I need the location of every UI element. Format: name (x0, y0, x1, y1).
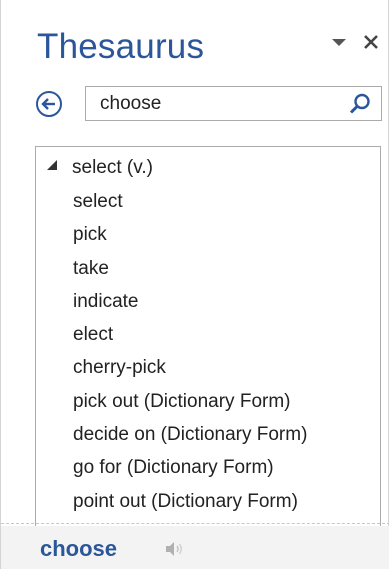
search-box (85, 86, 382, 121)
synonym-item[interactable]: point out (Dictionary Form) (36, 488, 307, 521)
synonym-item[interactable]: select (36, 188, 307, 221)
pane-title: Thesaurus (37, 27, 205, 66)
thesaurus-pane: Thesaurus selec (0, 0, 389, 569)
search-input[interactable] (100, 87, 340, 120)
synonym-item[interactable]: elect (36, 321, 307, 354)
meaning-group-header[interactable]: select (v.) (46, 155, 153, 181)
close-pane-button[interactable] (359, 29, 383, 55)
synonym-item[interactable]: pick out (Dictionary Form) (36, 388, 307, 421)
synonym-item[interactable]: cherry-pick (36, 354, 307, 387)
back-arrow-icon (36, 91, 62, 117)
synonym-list: select pick take indicate elect cherry-p… (36, 188, 307, 521)
synonym-item[interactable]: pick (36, 221, 307, 254)
close-icon (364, 35, 378, 49)
expand-triangle-icon[interactable] (46, 159, 58, 171)
results-list: select (v.) select pick take indicate el… (35, 146, 381, 526)
footer-bar: choose (1, 526, 389, 569)
search-icon (349, 93, 370, 114)
footer-divider (1, 523, 389, 524)
chevron-down-icon (332, 39, 346, 46)
synonym-item[interactable]: go for (Dictionary Form) (36, 454, 307, 487)
synonym-item[interactable]: decide on (Dictionary Form) (36, 421, 307, 454)
search-button[interactable] (348, 92, 372, 116)
synonym-item[interactable]: indicate (36, 288, 307, 321)
synonym-item[interactable]: take (36, 255, 307, 288)
footer-word: choose (40, 536, 118, 561)
back-button[interactable] (34, 89, 64, 119)
speaker-icon (166, 542, 182, 556)
pronounce-button[interactable] (164, 540, 184, 558)
meaning-group-label: select (v.) (72, 157, 153, 178)
pane-options-button[interactable] (329, 34, 349, 52)
